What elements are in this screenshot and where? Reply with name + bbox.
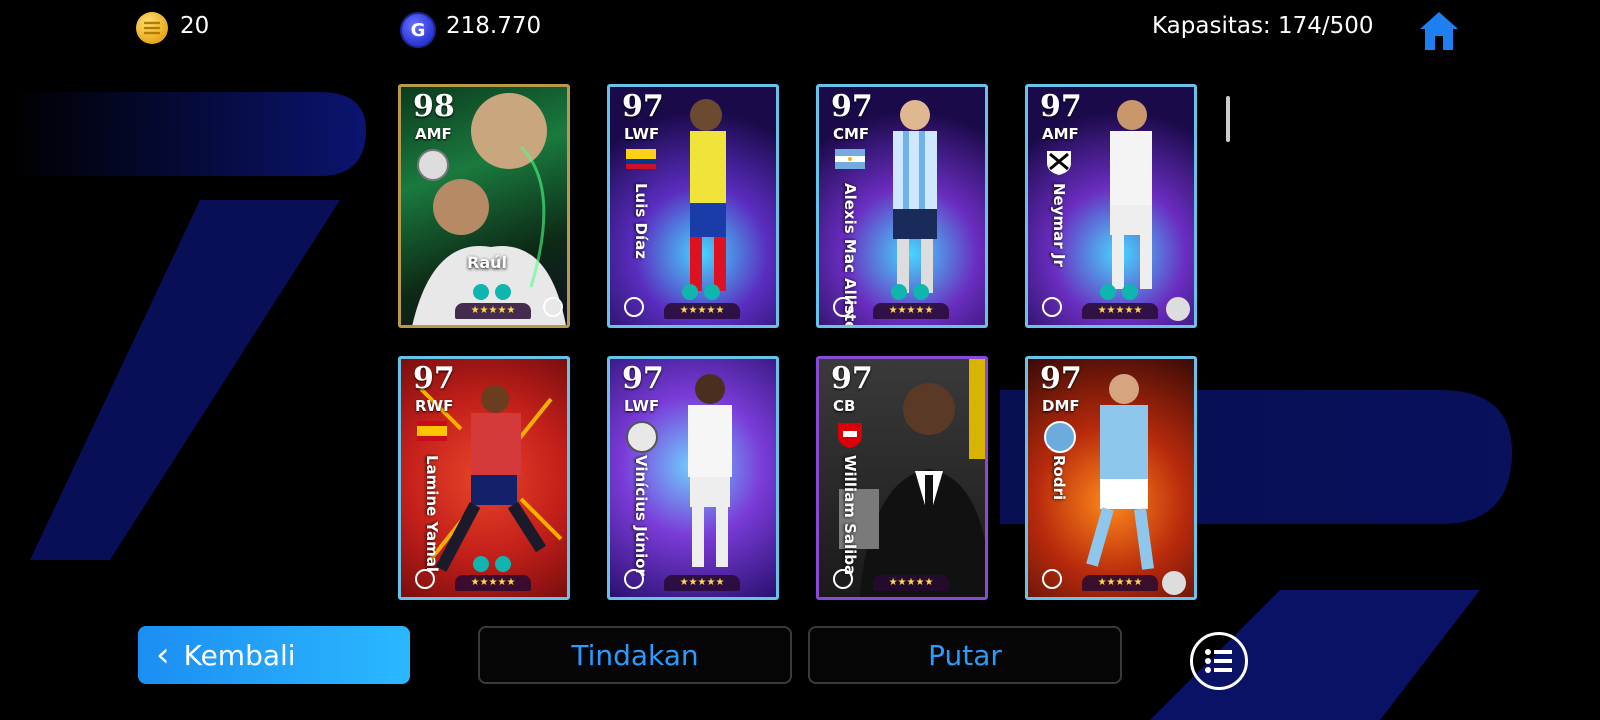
card-player-name: Lamine Yamal [423,455,441,573]
efootball-logo-icon [543,297,563,317]
flag-colombia-icon [626,149,656,169]
player-card-raul[interactable]: 98 AMF Raúl ★★★★★ [398,84,570,328]
capacity-label: Kapasitas: 174/500 [1152,13,1374,39]
back-button[interactable]: ‹ Kembali [138,626,410,684]
man-city-crest-icon [1044,421,1076,453]
player-card-alexis-mac-allister[interactable]: 97 CMF Alexis Mac Allister ★★★★★ [816,84,988,328]
card-rating: 97 [831,361,873,396]
player-card-lamine-yamal[interactable]: 97 RWF Lamine Yamal ★★★★★ [398,356,570,600]
efootball-coin-icon [136,12,168,44]
card-position: LWF [624,125,660,143]
efootball-logo-icon [1042,297,1062,317]
card-stars: ★★★★★ [455,303,531,319]
club-crest-icon [626,421,658,453]
player-card-william-saliba[interactable]: 97 CB William Saliba ★★★★★ [816,356,988,600]
efootball-logo-icon [833,297,853,317]
card-player-name: Neymar Jr [1050,183,1068,267]
arsenal-crest-icon [838,423,862,448]
card-stars: ★★★★★ [664,575,740,591]
gp-coin-icon: G [400,12,436,48]
card-position: RWF [415,397,454,415]
card-position: CB [833,397,856,415]
efootball-logo-icon [1042,569,1062,589]
card-player-name: Vinícius Júnior [632,455,650,576]
coin-balance: 20 [180,13,210,39]
card-rating: 97 [1040,89,1082,124]
card-position: AMF [1042,125,1079,143]
booster-icons [676,283,726,301]
efootball-logo-icon [833,569,853,589]
club-crest-icon [417,149,449,181]
card-stars: ★★★★★ [1082,575,1158,591]
card-stars: ★★★★★ [873,303,949,319]
booster-icons [1094,283,1144,301]
player-card-neymar-jr[interactable]: 97 AMF Neymar Jr ★★★★★ [1025,84,1197,328]
efootball-logo-icon [624,569,644,589]
back-button-label: Kembali [183,638,296,672]
card-rating: 97 [1040,361,1082,396]
player-card-luis-diaz[interactable]: 97 LWF Luis Díaz ★★★★★ [607,84,779,328]
top-bar: 20 G 218.770 Kapasitas: 174/500 [0,0,1600,60]
spin-button-label: Putar [928,638,1002,672]
efootball-logo-icon [415,569,435,589]
card-position: DMF [1042,397,1080,415]
spin-button[interactable]: Putar [808,626,1122,684]
chevron-left-icon: ‹ [156,635,170,675]
card-player-name: Raúl [467,253,507,272]
flag-spain-icon [417,421,447,441]
card-rating: 97 [413,361,455,396]
list-menu-button[interactable] [1190,632,1248,690]
card-player-name: Rodri [1050,455,1068,501]
booster-icons [467,555,517,573]
card-stars: ★★★★★ [1082,303,1158,319]
card-rating: 98 [413,89,455,124]
efootball-logo-icon [624,297,644,317]
card-stars: ★★★★★ [873,575,949,591]
list-menu-icon [1205,649,1232,673]
card-stars: ★★★★★ [664,303,740,319]
card-player-name: William Saliba [841,455,859,576]
scrollbar[interactable] [1226,96,1230,142]
booster-icons [467,283,517,301]
card-position: AMF [415,125,452,143]
card-player-name: Luis Díaz [632,183,650,259]
flag-argentina-icon [835,149,865,169]
action-button-label: Tindakan [571,638,699,672]
action-button[interactable]: Tindakan [478,626,792,684]
card-rating: 97 [622,361,664,396]
booster-icons [885,283,935,301]
background-decoration [10,92,1512,720]
card-rating: 97 [831,89,873,124]
player-card-vinicius-junior[interactable]: 97 LWF Vinícius Júnior ★★★★★ [607,356,779,600]
gp-balance: 218.770 [446,13,542,39]
home-icon[interactable] [1416,8,1462,54]
club-crest-icon [1047,151,1071,175]
player-card-rodri[interactable]: 97 DMF Rodri ★★★★★ [1025,356,1197,600]
card-stars: ★★★★★ [455,575,531,591]
card-position: LWF [624,397,660,415]
card-position: CMF [833,125,870,143]
card-rating: 97 [622,89,664,124]
